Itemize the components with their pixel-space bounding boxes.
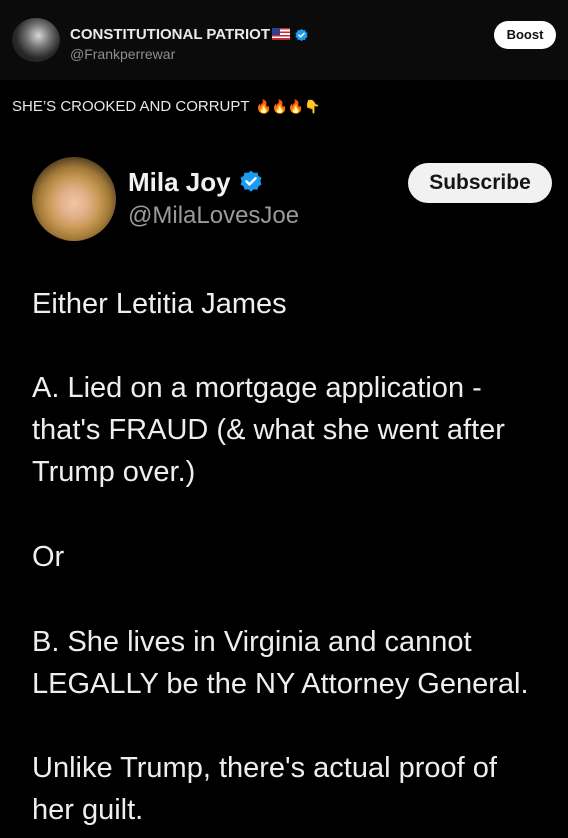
post-text-line: Trump over.) — [32, 456, 196, 488]
post-text-line: B. She lives in Virginia and cannot — [32, 626, 472, 658]
author-name[interactable]: CONSTITUTIONAL PATRIOT — [70, 26, 270, 43]
caption-text: SHE’S CROOKED AND CORRUPT — [12, 98, 250, 115]
post-text-line: her guilt. — [32, 794, 144, 826]
post-caption: SHE’S CROOKED AND CORRUPT 🔥🔥🔥👇 — [12, 98, 320, 115]
us-flag-icon — [272, 28, 290, 40]
embedded-author-name-row[interactable]: Mila Joy — [128, 167, 264, 198]
post-text-line: Unlike Trump, there's actual proof of — [32, 752, 497, 784]
verified-badge-icon — [240, 170, 262, 192]
post-text-line: Either Letitia James — [32, 288, 287, 320]
fire-pointing-down-emoji: 🔥🔥🔥👇 — [255, 99, 321, 114]
author-name-row[interactable]: CONSTITUTIONAL PATRIOT — [70, 26, 309, 43]
post-text-line: LEGALLY be the NY Attorney General. — [32, 668, 529, 700]
verified-badge-icon — [295, 28, 308, 41]
post-text-line: A. Lied on a mortgage application - — [32, 372, 482, 404]
post-text-line: Or — [32, 541, 65, 573]
embedded-author-name[interactable]: Mila Joy — [128, 167, 231, 197]
author-avatar[interactable] — [12, 18, 60, 62]
subscribe-button[interactable]: Subscribe — [408, 163, 552, 203]
post-text-line: that's FRAUD (& what she went after — [32, 414, 505, 446]
boost-button[interactable]: Boost — [494, 21, 556, 49]
embedded-author-handle[interactable]: @MilaLovesJoe — [128, 202, 299, 230]
author-handle[interactable]: @Frankperrewar — [70, 46, 175, 62]
embedded-author-avatar[interactable] — [32, 157, 116, 241]
